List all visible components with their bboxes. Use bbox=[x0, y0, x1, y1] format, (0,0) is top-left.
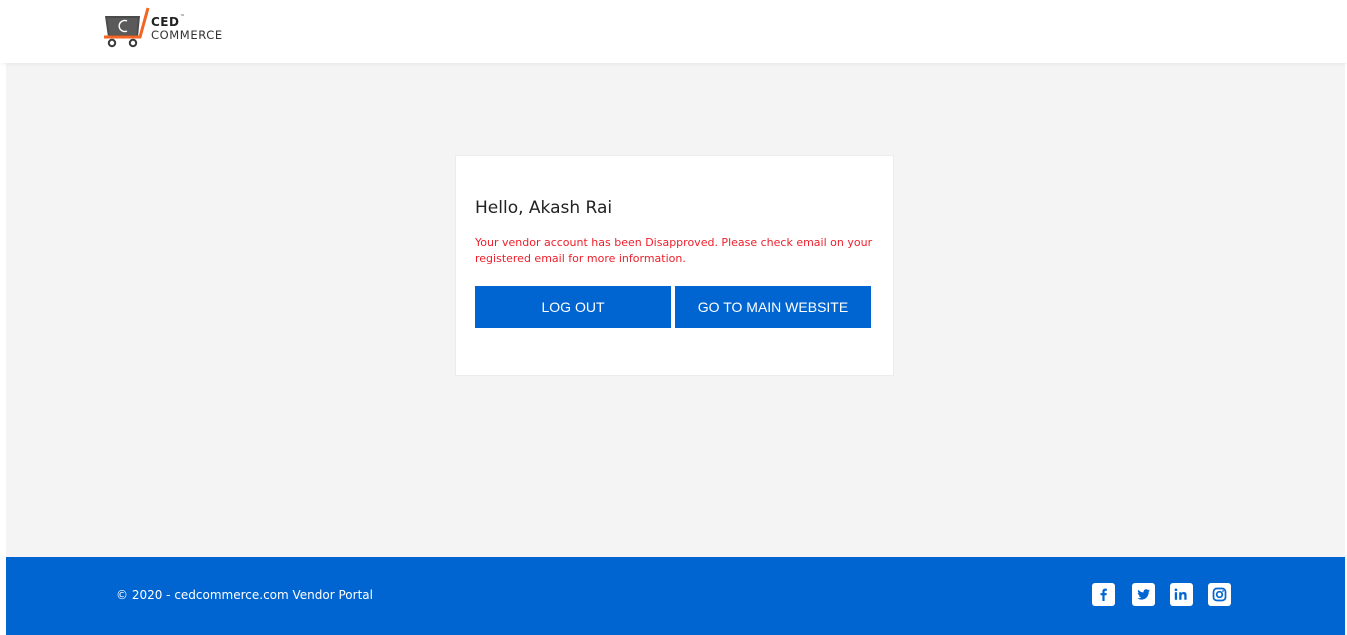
instagram-link[interactable] bbox=[1208, 583, 1231, 606]
facebook-link[interactable] bbox=[1092, 583, 1115, 606]
twitter-link[interactable] bbox=[1132, 583, 1155, 606]
site-header: CED ™ COMMERCE bbox=[0, 0, 1347, 63]
linkedin-link[interactable] bbox=[1170, 583, 1193, 606]
logout-button[interactable]: LOG OUT bbox=[475, 286, 671, 328]
main-content: Hello, Akash Rai Your vendor account has… bbox=[6, 63, 1345, 557]
instagram-icon bbox=[1212, 587, 1227, 602]
logo-trademark: ™ bbox=[180, 14, 185, 20]
account-status-card: Hello, Akash Rai Your vendor account has… bbox=[455, 155, 894, 376]
site-footer: © 2020 - cedcommerce.com Vendor Portal bbox=[6, 557, 1345, 635]
logo-text-commerce: COMMERCE bbox=[151, 28, 223, 42]
copyright-text: © 2020 - cedcommerce.com Vendor Portal bbox=[116, 588, 373, 602]
linkedin-icon bbox=[1174, 588, 1187, 600]
shopping-cart-logo-icon bbox=[104, 7, 150, 48]
disapproval-message: Your vendor account has been Disapproved… bbox=[475, 236, 873, 265]
go-to-main-website-button[interactable]: GO TO MAIN WEBSITE bbox=[675, 286, 871, 328]
logo-text-ced: CED bbox=[151, 15, 180, 29]
cedcommerce-logo[interactable]: CED ™ COMMERCE bbox=[104, 7, 244, 49]
twitter-icon bbox=[1137, 589, 1150, 600]
facebook-icon bbox=[1100, 588, 1107, 601]
greeting-heading: Hello, Akash Rai bbox=[475, 198, 613, 218]
